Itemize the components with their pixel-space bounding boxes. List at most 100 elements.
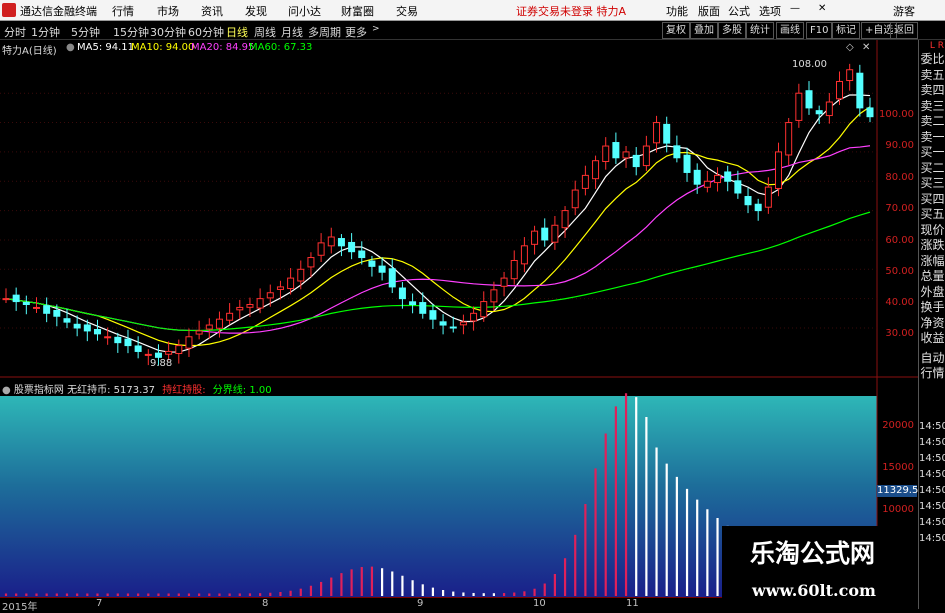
- candle-body: [673, 145, 681, 159]
- candle-body: [734, 180, 742, 194]
- sidebar-item[interactable]: 卖四: [919, 83, 945, 99]
- date-tick: 11: [626, 598, 639, 609]
- candle-body: [22, 301, 30, 306]
- tool-back[interactable]: 返回: [890, 22, 918, 39]
- sidebar-item[interactable]: 收益: [919, 331, 945, 347]
- tool-multi[interactable]: 多股: [718, 22, 746, 39]
- candle-body: [439, 321, 447, 326]
- sidebar-item[interactable]: 换手: [919, 300, 945, 316]
- period-intraday[interactable]: 分时: [4, 24, 26, 40]
- period-15min[interactable]: 15分钟: [113, 24, 149, 40]
- sidebar-item[interactable]: 买五: [919, 207, 945, 223]
- time-label: 14:50: [919, 485, 945, 496]
- date-tick: 8: [262, 598, 269, 609]
- period-60min[interactable]: 60分钟: [188, 24, 224, 40]
- candle-body: [510, 259, 518, 280]
- price-tick: 60.00: [885, 235, 914, 246]
- candle-body: [236, 306, 244, 311]
- menu-market[interactable]: 市场: [157, 3, 179, 19]
- login-alert[interactable]: 证券交易未登录 特力A: [516, 3, 626, 19]
- period-1min[interactable]: 1分钟: [31, 24, 60, 40]
- sidebar-item[interactable]: 买二: [919, 161, 945, 177]
- period-30min[interactable]: 30分钟: [150, 24, 186, 40]
- sidebar-item[interactable]: 卖一: [919, 130, 945, 146]
- sidebar-item[interactable]: 现价: [919, 223, 945, 239]
- candle-body: [215, 318, 223, 329]
- sidebar-item[interactable]: 买一: [919, 145, 945, 161]
- high-annotation: 108.00: [792, 59, 827, 70]
- candle-body: [358, 250, 366, 259]
- tool-f10[interactable]: F10: [806, 22, 833, 39]
- menu-quotes[interactable]: 行情: [112, 3, 134, 19]
- time-label: 14:50: [919, 469, 945, 480]
- tool-overlay[interactable]: 叠加: [690, 22, 718, 39]
- tool-stats[interactable]: 统计: [746, 22, 774, 39]
- sidebar-item[interactable]: 总量: [919, 269, 945, 285]
- date-tick: 10: [533, 598, 546, 609]
- menu-trade[interactable]: 交易: [396, 3, 418, 19]
- candle-body: [93, 329, 101, 335]
- settings-dot-icon[interactable]: ●: [66, 42, 75, 53]
- sidebar-item[interactable]: 卖五: [919, 68, 945, 84]
- tool-draw[interactable]: 画线: [776, 22, 804, 39]
- candle-body: [12, 294, 20, 303]
- menu-wealth[interactable]: 财富圈: [341, 3, 374, 19]
- menu-ask[interactable]: 问小达: [288, 3, 321, 19]
- menu-discover[interactable]: 发现: [245, 3, 267, 19]
- menu-layout[interactable]: 版面: [698, 3, 720, 19]
- candle-body: [43, 305, 51, 314]
- candle-body: [327, 236, 335, 247]
- candle-body: [693, 169, 701, 185]
- sidebar-item[interactable]: 买三: [919, 176, 945, 192]
- period-more[interactable]: 更多: [345, 24, 367, 40]
- indicator-label-red: 持红持股:: [162, 385, 206, 396]
- sidebar-item[interactable]: 委比: [919, 52, 945, 68]
- candle-body: [73, 323, 81, 329]
- candlestick-chart: [0, 40, 918, 609]
- sidebar-item[interactable]: 卖三: [919, 99, 945, 115]
- sidebar-auto[interactable]: 自动: [919, 351, 945, 367]
- indicator-legend: ● 股票指标网 无红持币: 5173.37 持红持股: 分界线: 1.00: [2, 381, 272, 396]
- period-daily[interactable]: 日线: [226, 24, 248, 40]
- candle-body: [459, 321, 467, 326]
- candle-body: [714, 174, 722, 184]
- tool-mark[interactable]: 标记: [832, 22, 860, 39]
- period-multi[interactable]: 多周期: [308, 24, 341, 40]
- candle-body: [348, 241, 356, 253]
- period-monthly[interactable]: 月线: [281, 24, 303, 40]
- close-small-icon[interactable]: ✕: [862, 42, 870, 53]
- tool-rights[interactable]: 复权: [662, 22, 690, 39]
- chevron-right-icon[interactable]: >: [372, 24, 380, 34]
- time-label: 14:50: [919, 421, 945, 432]
- close-icon[interactable]: ✕: [818, 3, 826, 14]
- candle-body: [154, 352, 162, 358]
- candle-body: [114, 336, 122, 344]
- menu-formula[interactable]: 公式: [728, 3, 750, 19]
- candle-body: [226, 312, 234, 321]
- indicator-settings-icon[interactable]: ●: [2, 385, 11, 396]
- sidebar-item[interactable]: 涨跌: [919, 238, 945, 254]
- candle-body: [419, 302, 427, 314]
- candle-body: [561, 210, 569, 229]
- sidebar-quote[interactable]: 行情: [919, 366, 945, 382]
- period-5min[interactable]: 5分钟: [71, 24, 100, 40]
- guest-label[interactable]: 游客: [893, 3, 915, 19]
- sidebar-item[interactable]: 外盘: [919, 285, 945, 301]
- price-tick: 80.00: [885, 172, 914, 183]
- sidebar-item[interactable]: 卖二: [919, 114, 945, 130]
- sidebar-item[interactable]: 涨幅: [919, 254, 945, 270]
- sidebar-item[interactable]: 净资: [919, 316, 945, 332]
- candle-body: [429, 310, 437, 320]
- menu-options[interactable]: 选项: [759, 3, 781, 19]
- minimize-icon[interactable]: —: [790, 3, 800, 14]
- watermark: 乐淘公式网 www.60lt.com: [722, 526, 918, 609]
- period-weekly[interactable]: 周线: [254, 24, 276, 40]
- sidebar-badge[interactable]: L R: [919, 40, 945, 52]
- menu-function[interactable]: 功能: [666, 3, 688, 19]
- menu-news[interactable]: 资讯: [201, 3, 223, 19]
- diamond-icon[interactable]: ◇: [846, 42, 854, 53]
- time-label: 14:50: [919, 437, 945, 448]
- candle-body: [378, 265, 386, 273]
- candle-body: [815, 110, 823, 115]
- sidebar-item[interactable]: 买四: [919, 192, 945, 208]
